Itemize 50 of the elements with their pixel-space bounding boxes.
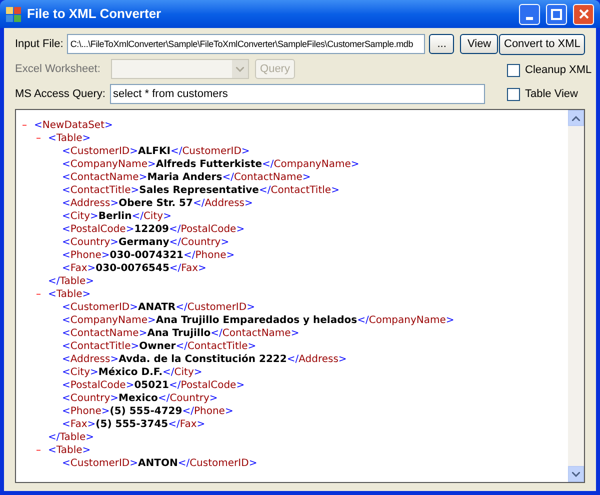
xml-line: </Table> — [47, 275, 95, 288]
xml-line: <Fax>030-0076545</Fax> — [61, 262, 208, 275]
xml-line: </Table> — [47, 431, 95, 444]
xml-line: <ContactName>Maria Anders</ContactName> — [61, 171, 312, 184]
xml-line: <PostalCode>12209</PostalCode> — [61, 223, 246, 236]
input-file-field[interactable]: C:\...\FileToXmlConverter\Sample\FileToXmlConverter\SampleFiles\CustomerSample.mdb — [67, 34, 426, 54]
minimize-button[interactable] — [519, 4, 540, 24]
xml-line: – <Table> — [35, 132, 92, 145]
checkbox-label: Cleanup XML — [525, 63, 592, 78]
scroll-up-icon — [572, 116, 580, 120]
checkbox[interactable] — [507, 88, 520, 101]
xml-line: <ContactTitle>Owner</ContactTitle> — [61, 340, 258, 353]
xml-line: <Fax>(5) 555-3745</Fax> — [61, 418, 206, 431]
xml-line: <Address>Avda. de la Constitución 2222</Address> — [61, 353, 348, 366]
xml-line: <CompanyName>Alfreds Futterkiste</CompanyName> — [61, 158, 360, 171]
convert-button[interactable]: Convert to XML — [499, 34, 585, 55]
xml-line: – <Table> — [35, 444, 92, 457]
browse-button[interactable]: ... — [429, 34, 454, 54]
xml-line: <CustomerID>ALFKI</CustomerID> — [61, 145, 251, 158]
maximize-icon — [551, 8, 562, 20]
maximize-button[interactable] — [546, 4, 567, 24]
excel-worksheet-label: Excel Worksheet: — [15, 62, 102, 77]
xml-line: <Address>Obere Str. 57</Address> — [61, 197, 254, 210]
access-query-field[interactable]: select * from customers — [110, 84, 485, 104]
input-file-label: Input File: — [15, 36, 64, 52]
xml-line: <CustomerID>ANTON</CustomerID> — [61, 457, 258, 470]
close-button[interactable] — [573, 4, 594, 24]
scroll-down-icon — [572, 472, 580, 476]
checkbox[interactable] — [507, 64, 520, 77]
xml-line: <ContactName>Ana Trujillo</ContactName> — [61, 327, 300, 340]
xml-line: <Phone>(5) 555-4729</Phone> — [61, 405, 234, 418]
checkbox-label: Table View — [525, 87, 578, 102]
xml-line: – <NewDataSet> — [22, 119, 114, 132]
xml-line: <City>México D.F.</City> — [61, 366, 204, 379]
close-icon — [578, 9, 588, 19]
xml-line: <Country>Germany</Country> — [61, 236, 230, 249]
window-title: File to XML Converter — [27, 5, 162, 24]
app-icon — [6, 6, 21, 22]
minimize-icon — [526, 16, 533, 20]
access-query-label: MS Access Query: — [15, 86, 105, 102]
xml-line: <CompanyName>Ana Trujillo Emparedados y helados</CompanyName> — [61, 314, 456, 327]
xml-line: <Phone>030-0074321</Phone> — [61, 249, 236, 262]
xml-line: <ContactTitle>Sales Representative</ContactTitle> — [61, 184, 340, 197]
xml-line: – <Table> — [35, 288, 92, 301]
scrollbar[interactable] — [568, 110, 584, 482]
xml-line: <CustomerID>ANATR</CustomerID> — [61, 301, 256, 314]
xml-line: <City>Berlin</City> — [61, 210, 172, 223]
view-button[interactable]: View — [460, 34, 498, 54]
xml-line: <Country>Mexico</Country> — [61, 392, 219, 405]
xml-line: <PostalCode>05021</PostalCode> — [61, 379, 246, 392]
